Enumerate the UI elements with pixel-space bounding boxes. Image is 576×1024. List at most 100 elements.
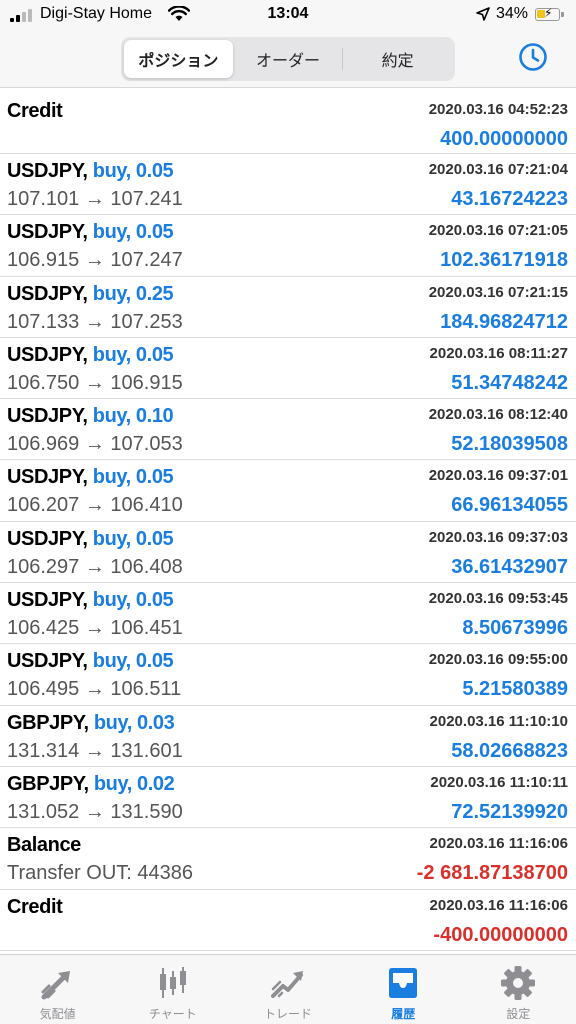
tab-positions[interactable]: ポジション (124, 40, 233, 78)
history-row[interactable]: USDJPY, buy, 0.05 2020.03.16 09:53:45 106.… (0, 583, 576, 645)
row-symbol: USDJPY, buy, 0.05 (7, 527, 174, 551)
row-symbol-name: USDJPY, (7, 343, 88, 366)
history-row[interactable]: USDJPY, buy, 0.05 2020.03.16 09:37:03 106.… (0, 522, 576, 584)
row-detail: 107.133 → 107.253 (7, 310, 183, 333)
row-profit: 400.00000000 (440, 128, 568, 150)
row-side-volume: buy, 0.05 (92, 527, 174, 550)
row-side-volume: buy, 0.03 (93, 711, 175, 734)
tab-trade-label: トレード (264, 1007, 313, 1021)
row-timestamp: 2020.03.16 11:10:10 (429, 712, 568, 730)
row-symbol-name: USDJPY, (7, 282, 88, 305)
status-bar: Digi-Stay Home 13:04 34% ⚡ (0, 0, 576, 30)
row-detail: 106.969 → 107.053 (7, 433, 183, 456)
quotes-arrows-icon (41, 971, 70, 1000)
row-timestamp: 2020.03.16 04:52:23 (428, 101, 568, 118)
tab-settings[interactable]: 設定 (461, 955, 576, 1024)
row-side-volume: buy, 0.05 (92, 650, 174, 673)
history-row[interactable]: USDJPY, buy, 0.05 2020.03.16 09:55:00 106.… (0, 644, 576, 706)
row-symbol: USDJPY, buy, 0.25 (7, 282, 174, 306)
row-timestamp: 2020.03.16 07:21:05 (428, 222, 568, 240)
row-symbol-name: GBPJPY, (7, 772, 89, 795)
row-symbol-name: Credit (7, 895, 63, 918)
tab-deals[interactable]: 約定 (343, 40, 452, 78)
tab-chart-label: チャート (148, 1007, 197, 1021)
row-detail: 107.101 → 107.241 (7, 188, 183, 210)
row-profit: -2 681.87138700 (416, 862, 568, 885)
row-timestamp: 2020.03.16 11:10:11 (430, 773, 568, 791)
tab-chart[interactable]: チャート (115, 955, 230, 1024)
row-profit: 5.21580389 (462, 678, 568, 701)
row-symbol-name: USDJPY, (7, 466, 88, 489)
battery-percent: 34% (496, 5, 529, 22)
row-symbol: USDJPY, buy, 0.05 (7, 343, 174, 367)
row-symbol-name: GBPJPY, (7, 711, 89, 734)
row-profit: 66.96134055 (451, 494, 568, 517)
clock-icon[interactable] (517, 41, 549, 73)
history-inbox-icon (389, 968, 418, 998)
row-side-volume: buy, 0.05 (92, 343, 174, 366)
row-detail: 106.750 → 106.915 (7, 371, 183, 394)
tab-history[interactable]: 履歴 (346, 955, 461, 1024)
row-side-volume: buy, 0.10 (92, 405, 174, 428)
history-row[interactable]: USDJPY, buy, 0.05 2020.03.16 09:37:01 106.… (0, 460, 576, 522)
row-symbol-name: USDJPY, (7, 405, 88, 428)
history-row[interactable]: Balance 2020.03.16 11:16:06 Transfer OUT:… (0, 828, 576, 890)
row-timestamp: 2020.03.16 09:53:45 (428, 590, 568, 608)
row-side-volume: buy, 0.05 (92, 466, 174, 489)
row-symbol-name: USDJPY, (7, 650, 88, 673)
row-symbol: Credit (7, 895, 63, 919)
row-detail: 106.495 → 106.511 (7, 678, 182, 701)
row-timestamp: 2020.03.16 08:12:40 (428, 406, 568, 424)
row-profit: 52.18039508 (451, 433, 568, 456)
row-timestamp: 2020.03.16 07:21:15 (428, 283, 568, 301)
tab-orders[interactable]: オーダー (234, 40, 343, 78)
history-filter-segmented: ポジション オーダー 約定 (121, 37, 455, 81)
row-profit: 72.52139920 (451, 800, 568, 823)
history-row[interactable]: USDJPY, buy, 0.05 2020.03.16 07:21:04 107.… (0, 154, 576, 216)
tab-settings-label: 設定 (506, 1007, 531, 1021)
tab-history-label: 履歴 (391, 1007, 416, 1021)
history-row[interactable]: USDJPY, buy, 0.25 2020.03.16 07:21:15 107.… (0, 277, 576, 338)
history-row[interactable]: Credit 2020.03.16 11:16:06 -400.00000000 (0, 890, 576, 951)
row-symbol-name: Balance (7, 834, 81, 857)
tab-trade[interactable]: トレード (230, 955, 345, 1024)
row-symbol: GBPJPY, buy, 0.02 (7, 772, 175, 796)
row-detail: 106.425 → 106.451 (7, 617, 183, 640)
row-timestamp: 2020.03.16 08:11:27 (429, 344, 568, 362)
row-symbol-name: USDJPY, (7, 527, 88, 550)
location-arrow-icon (476, 7, 490, 21)
row-profit: 36.61432907 (451, 555, 568, 578)
row-timestamp: 2020.03.16 09:37:01 (428, 467, 568, 485)
candlestick-chart-icon (159, 967, 186, 998)
tab-quotes[interactable]: 気配値 (0, 955, 115, 1024)
row-symbol: USDJPY, buy, 0.05 (7, 466, 174, 489)
row-timestamp: 2020.03.16 09:55:00 (428, 651, 568, 669)
tab-bar: 気配値 チャート トレード 履歴 設定 (0, 954, 576, 1024)
history-row[interactable]: USDJPY, buy, 0.05 2020.03.16 08:11:27 106.… (0, 338, 576, 400)
header: ポジション オーダー 約定 (0, 30, 576, 88)
row-detail: 131.052 → 131.590 (7, 800, 183, 823)
row-side-volume: buy, 0.05 (92, 589, 174, 612)
row-detail: 131.314 → 131.601 (7, 739, 183, 762)
row-symbol-name: USDJPY, (7, 221, 88, 244)
row-profit: 43.16724223 (451, 188, 568, 210)
history-row[interactable]: USDJPY, buy, 0.05 2020.03.16 07:21:05 106.… (0, 215, 576, 277)
row-profit: 51.34748242 (451, 371, 568, 394)
row-detail: Transfer OUT: 44386 (7, 862, 194, 885)
row-profit: 184.96824712 (440, 310, 568, 333)
row-symbol: USDJPY, buy, 0.05 (7, 160, 174, 183)
history-row[interactable]: GBPJPY, buy, 0.02 2020.03.16 11:10:11 131.… (0, 767, 576, 829)
row-profit: -400.00000000 (433, 923, 568, 946)
row-profit: 58.02668823 (451, 739, 568, 762)
history-row[interactable]: Credit 2020.03.16 04:52:23 400.00000000 (0, 94, 576, 154)
row-side-volume: buy, 0.05 (92, 160, 174, 182)
row-timestamp: 2020.03.16 11:16:06 (429, 896, 568, 914)
history-row[interactable]: USDJPY, buy, 0.10 2020.03.16 08:12:40 106.… (0, 399, 576, 461)
row-timestamp: 2020.03.16 09:37:03 (428, 528, 568, 546)
tab-quotes-label: 気配値 (39, 1007, 76, 1021)
history-row[interactable]: GBPJPY, buy, 0.03 2020.03.16 11:10:10 131.… (0, 706, 576, 767)
row-symbol: Balance (7, 834, 81, 857)
row-symbol: USDJPY, buy, 0.05 (7, 221, 174, 244)
battery-icon: ⚡ (535, 6, 564, 21)
row-symbol-name: USDJPY, (7, 589, 88, 612)
